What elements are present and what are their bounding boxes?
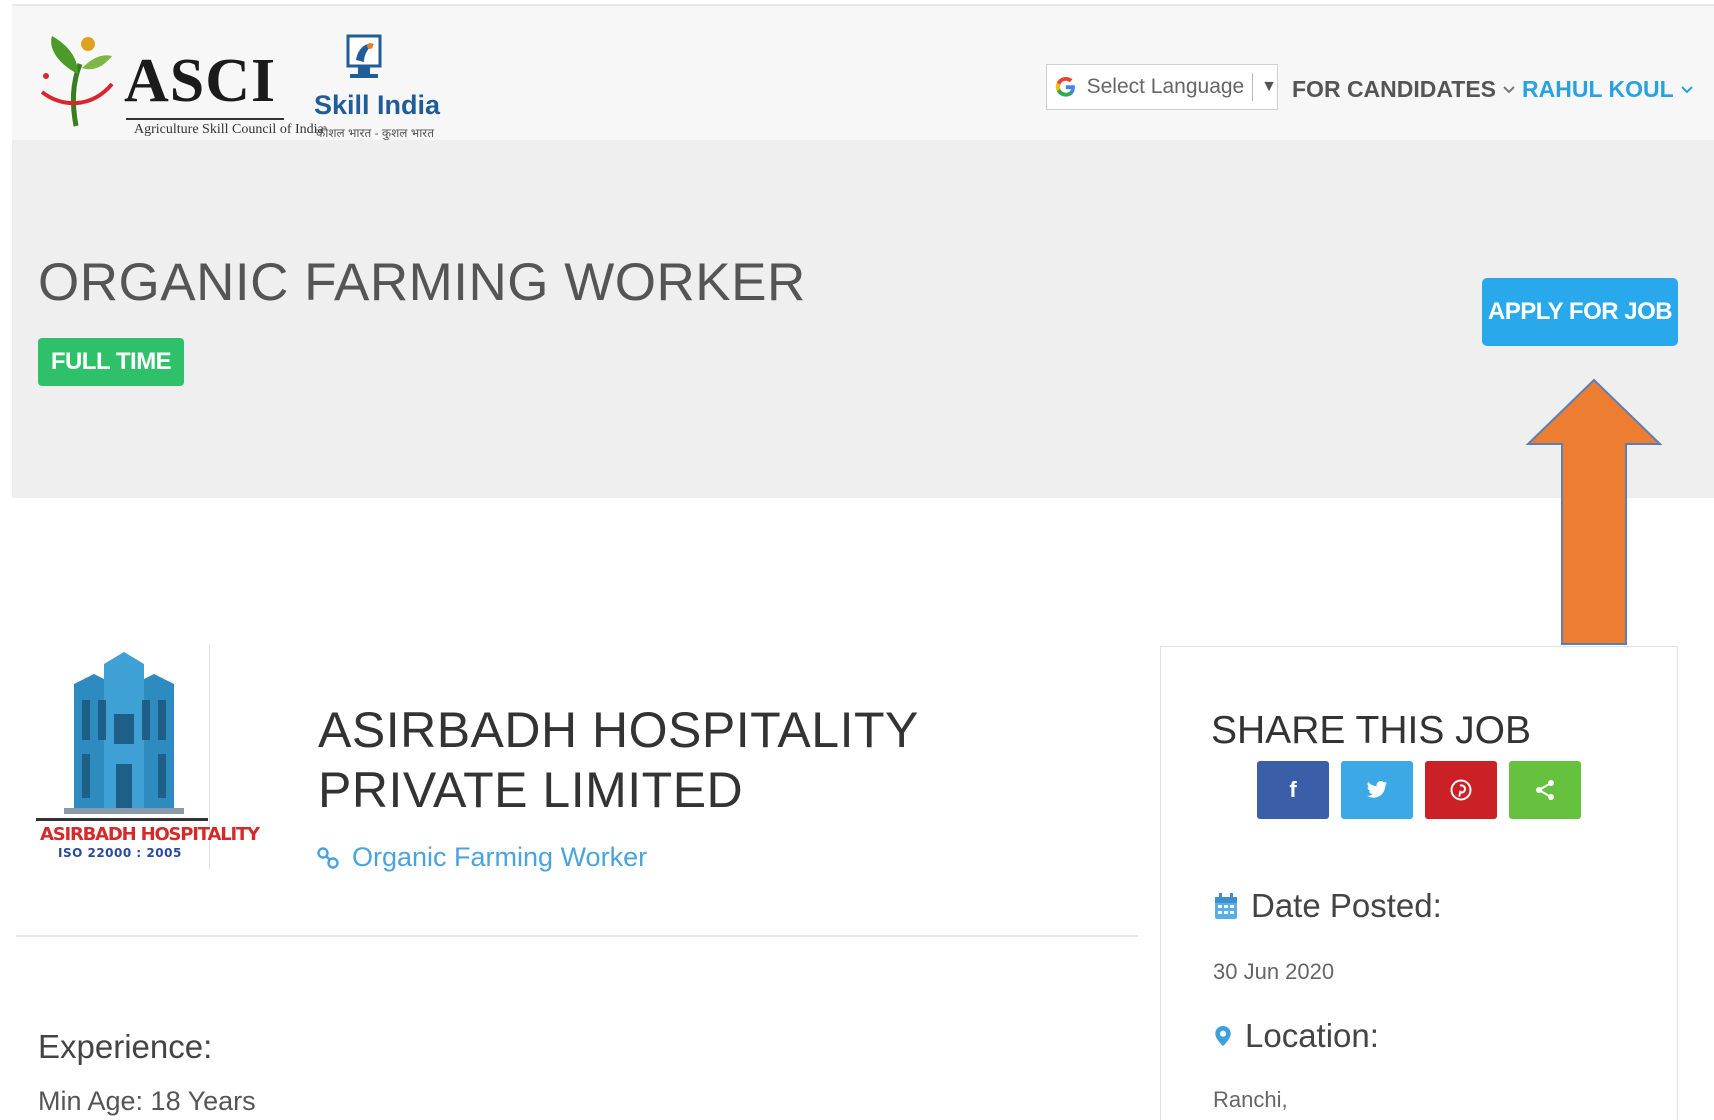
location-label: Location: <box>1245 1017 1379 1054</box>
facebook-icon: f <box>1289 777 1297 802</box>
site-header: ASCI Agriculture Skill Council of India … <box>12 6 1714 140</box>
min-age: Min Age: 18 Years <box>38 1086 256 1116</box>
nav-for-candidates[interactable]: FOR CANDIDATES <box>1292 76 1516 103</box>
company-name: ASIRBADH HOSPITALITY PRIVATE LIMITED <box>318 702 918 818</box>
asci-logo[interactable]: ASCI Agriculture Skill Council of India <box>38 30 324 140</box>
date-posted-heading: Date Posted: <box>1213 887 1442 925</box>
google-icon <box>1055 76 1075 97</box>
company-logo[interactable]: ASIRBADH HOSPITALITY ISO 22000 : 2005 <box>36 644 260 870</box>
language-select[interactable]: Select Language ▼ <box>1046 64 1278 110</box>
nav-for-candidates-label: FOR CANDIDATES <box>1292 76 1497 102</box>
location-heading: Location: <box>1213 1017 1379 1055</box>
share-title: SHARE THIS JOB <box>1211 709 1532 752</box>
share-twitter-button[interactable] <box>1341 761 1413 819</box>
date-posted-value: 30 Jun 2020 <box>1213 959 1335 984</box>
share-buttons: f <box>1257 761 1581 819</box>
asci-tagline: Agriculture Skill Council of India <box>134 122 324 137</box>
location-value: Ranchi, <box>1213 1087 1288 1112</box>
logo-rule <box>36 818 208 821</box>
company-logo-iso: ISO 22000 : 2005 <box>58 846 182 860</box>
job-category-link[interactable]: Organic Farming Worker <box>316 842 647 873</box>
experience-label: Experience: <box>38 1028 213 1065</box>
nav-user-menu[interactable]: RAHUL KOUL <box>1522 76 1694 103</box>
chevron-down-icon <box>1503 85 1515 93</box>
building-icon <box>64 652 184 814</box>
nav-user-label: RAHUL KOUL <box>1522 76 1674 102</box>
logo-rule <box>126 118 284 120</box>
pinterest-icon <box>1450 779 1472 801</box>
link-icon <box>317 846 339 869</box>
skill-india-emblem-icon <box>346 34 382 78</box>
share-pinterest-button[interactable] <box>1425 761 1497 819</box>
job-sidebar: SHARE THIS JOB f Date Posted: 30 Jun 202… <box>1160 646 1678 1120</box>
company-logo-name: ASIRBADH HOSPITALITY <box>40 824 260 845</box>
asci-logo-text: ASCI <box>124 47 277 115</box>
job-banner <box>12 140 1714 498</box>
section-divider <box>16 935 1138 937</box>
share-generic-button[interactable] <box>1509 761 1581 819</box>
language-select-label: Select Language <box>1086 75 1245 98</box>
date-posted-label: Date Posted: <box>1251 887 1442 924</box>
twitter-icon <box>1367 781 1387 798</box>
apply-for-job-button[interactable]: APPLY FOR JOB <box>1482 278 1678 346</box>
annotation-arrow-up-icon <box>1525 378 1663 645</box>
select-separator <box>1252 73 1254 101</box>
job-category-label: Organic Farming Worker <box>352 842 648 872</box>
job-title: ORGANIC FARMING WORKER <box>38 253 806 312</box>
skill-india-tagline: कौशल भारत - कुशल भारत <box>316 126 435 140</box>
skill-india-title: Skill India <box>314 90 441 120</box>
chevron-down-icon <box>1680 85 1693 93</box>
job-type-badge: FULL TIME <box>38 338 184 386</box>
asci-leaf-icon <box>40 36 114 127</box>
share-icon <box>1536 780 1554 800</box>
calendar-icon <box>1215 893 1237 919</box>
share-facebook-button[interactable]: f <box>1257 761 1329 819</box>
skill-india-logo[interactable]: Skill India कौशल भारत - कुशल भारत <box>314 30 440 142</box>
caret-down-icon: ▼ <box>1261 78 1277 95</box>
map-pin-icon <box>1215 1026 1231 1046</box>
